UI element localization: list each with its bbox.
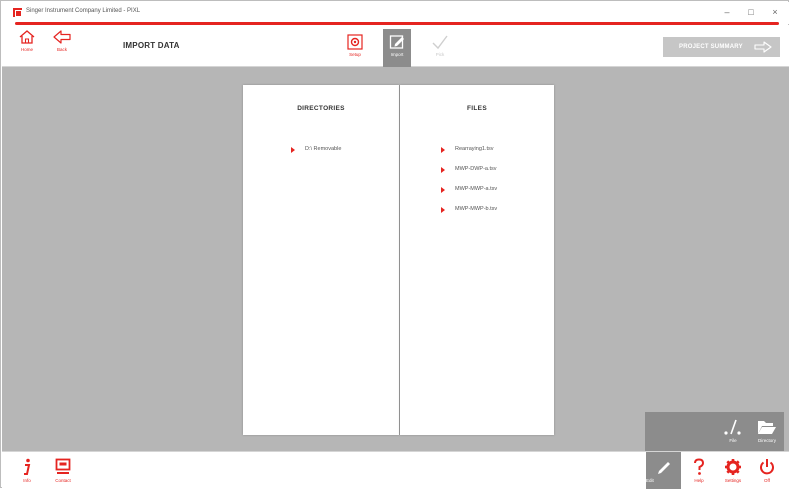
edit-label: Edit [646, 478, 654, 483]
back-label: Back [56, 47, 67, 52]
file-label: File [729, 438, 737, 443]
info-label: Info [23, 478, 31, 483]
checkmark-icon [432, 35, 448, 50]
stage-import[interactable]: Import [383, 29, 411, 67]
file-arrow-icon [441, 167, 445, 173]
help-button[interactable]: Help [686, 458, 712, 483]
stage-pick-label: Pick [435, 52, 445, 57]
file-item[interactable]: Rearraying1.tsv [400, 146, 554, 156]
edit-document-icon [389, 35, 404, 49]
bottom-bar: Info Contact Edit Help Settings Off [2, 451, 789, 489]
home-label: Home [20, 47, 33, 52]
directories-header: DIRECTORIES [297, 105, 345, 112]
project-summary-label: PROJECT SUMMARY [679, 44, 743, 50]
window-title: Singer Instrument Company Limited - PIXL [26, 8, 141, 14]
monitor-icon [55, 458, 71, 474]
settings-label: Settings [724, 478, 742, 483]
directory-button[interactable]: Directory [754, 418, 780, 443]
power-icon [760, 459, 774, 475]
pencil-icon [657, 462, 670, 474]
directory-item-label: D:\ Removable [305, 146, 342, 152]
app-logo-icon [13, 8, 22, 17]
file-item-label: MWP-DWP-a.tsv [455, 166, 497, 172]
app-window: Singer Instrument Company Limited - PIXL… [0, 0, 789, 489]
contact-button[interactable]: Contact [50, 458, 76, 483]
close-button[interactable]: × [767, 6, 783, 18]
stage-import-label: Import [390, 52, 404, 57]
file-arrow-icon [441, 187, 445, 193]
toolbar: Home Back IMPORT DATA Setup Import Pick … [2, 25, 789, 67]
off-label: Off [764, 478, 770, 483]
files-header: FILES [467, 105, 487, 112]
edit-flyout-menu: File Directory [645, 412, 784, 455]
stage-setup-label: Setup [349, 52, 361, 57]
folder-open-icon [758, 421, 776, 434]
file-arrow-icon [441, 147, 445, 153]
info-button[interactable]: Info [14, 458, 40, 483]
expand-arrow-icon [291, 147, 295, 153]
help-icon [694, 458, 705, 475]
maximize-button[interactable]: □ [743, 6, 759, 18]
power-off-button[interactable]: Off [754, 458, 780, 483]
directory-item[interactable]: D:\ Removable [243, 146, 399, 156]
file-item[interactable]: MWP-MWP-a.tsv [400, 186, 554, 196]
home-icon [19, 30, 35, 44]
info-icon [24, 458, 31, 475]
file-button[interactable]: File [720, 418, 746, 443]
directories-panel: DIRECTORIES D:\ Removable [243, 85, 399, 435]
title-bar: Singer Instrument Company Limited - PIXL… [2, 2, 789, 24]
back-button[interactable]: Back [49, 29, 75, 52]
file-item-label: Rearraying1.tsv [455, 146, 494, 152]
file-item[interactable]: MWP-DWP-a.tsv [400, 166, 554, 176]
gear-square-icon [347, 34, 363, 50]
stage-setup[interactable]: Setup [341, 29, 369, 67]
settings-button[interactable]: Settings [720, 458, 746, 483]
edit-button[interactable]: Edit [646, 452, 681, 489]
files-panel: FILES Rearraying1.tsv MWP-DWP-a.tsv MWP-… [400, 85, 554, 435]
workspace: DIRECTORIES D:\ Removable FILES Rearrayi… [2, 67, 789, 455]
file-path-icon [724, 419, 741, 435]
project-summary-button[interactable]: PROJECT SUMMARY [663, 37, 780, 57]
help-label: Help [694, 478, 704, 483]
forward-arrow-icon [754, 41, 772, 53]
stage-pick[interactable]: Pick [426, 29, 454, 67]
gear-icon [725, 459, 741, 475]
contact-label: Contact [55, 478, 71, 483]
file-item[interactable]: MWP-MWP-b.tsv [400, 206, 554, 216]
back-arrow-icon [53, 30, 71, 44]
home-button[interactable]: Home [14, 29, 40, 52]
file-arrow-icon [441, 207, 445, 213]
file-item-label: MWP-MWP-b.tsv [455, 206, 498, 212]
file-item-label: MWP-MWP-a.tsv [455, 186, 498, 192]
page-title: IMPORT DATA [123, 41, 180, 50]
minimize-button[interactable]: – [719, 6, 735, 18]
directory-label: Directory [757, 438, 776, 443]
